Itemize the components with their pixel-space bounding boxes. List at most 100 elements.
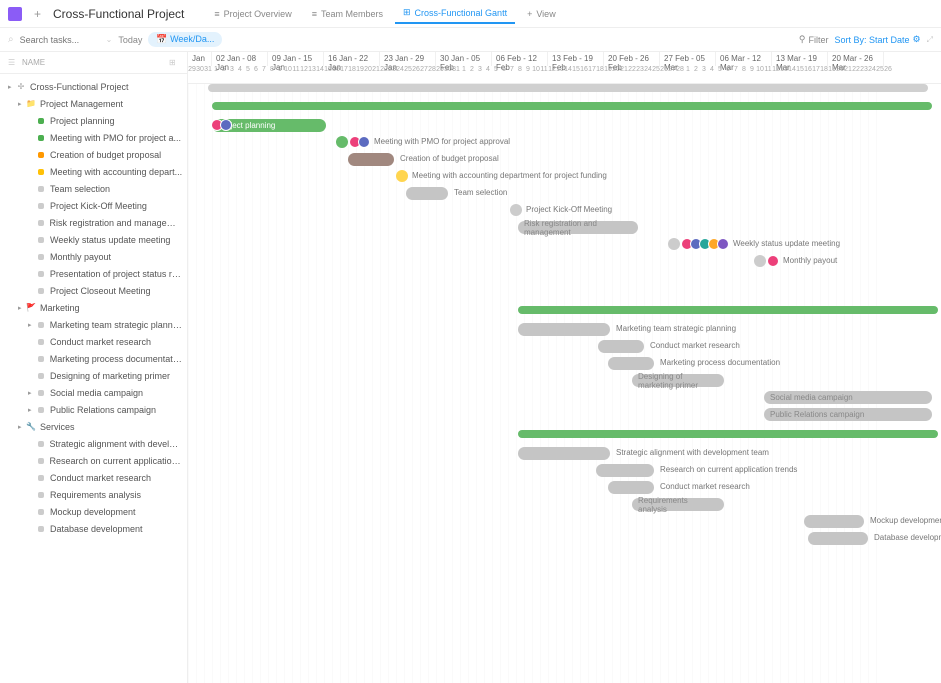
day-cell: 14 xyxy=(564,66,572,80)
gantt-bar[interactable] xyxy=(804,515,864,528)
bar-label: Conduct market research xyxy=(650,341,740,350)
gantt-bar[interactable] xyxy=(608,357,654,370)
filter-button[interactable]: ⚲ Filter xyxy=(799,34,829,45)
gantt-chart[interactable]: Jan02 Jan - 08 Jan09 Jan - 15 Jan16 Jan … xyxy=(188,52,941,683)
caret-icon[interactable]: ▸ xyxy=(18,100,26,108)
sort-button[interactable]: Sort By: Start Date ⚙ xyxy=(834,34,920,45)
tree-item[interactable]: Requirements analysis xyxy=(0,486,187,503)
tree-item[interactable]: Meeting with PMO for project a... xyxy=(0,129,187,146)
milestone[interactable] xyxy=(754,255,766,267)
bar-label: Team selection xyxy=(454,188,507,197)
day-cell: 16 xyxy=(332,66,340,80)
bar-label: Conduct market research xyxy=(660,482,750,491)
tree-item-label: Risk registration and management xyxy=(50,218,183,228)
bar-label: Creation of budget proposal xyxy=(400,154,499,163)
summary-bar[interactable] xyxy=(212,102,932,110)
tree-item[interactable]: Conduct market research xyxy=(0,469,187,486)
gantt-bar[interactable]: Public Relations campaign xyxy=(764,408,932,421)
tree-item[interactable]: Creation of budget proposal xyxy=(0,146,187,163)
tree-item[interactable]: Marketing process documentation xyxy=(0,350,187,367)
gantt-bar[interactable] xyxy=(348,153,394,166)
gantt-bar[interactable] xyxy=(808,532,868,545)
range-selector[interactable]: 📅 Week/Da... xyxy=(148,32,222,47)
tree-item[interactable]: ▸Marketing team strategic planning xyxy=(0,316,187,333)
tree-item[interactable]: ▸🔧Services xyxy=(0,418,187,435)
tree-item[interactable]: Mockup development xyxy=(0,503,187,520)
avatar-stack[interactable] xyxy=(770,255,779,267)
summary-bar[interactable] xyxy=(518,306,938,314)
tab-label: Project Overview xyxy=(224,9,292,19)
gantt-bar[interactable] xyxy=(608,481,654,494)
caret-icon[interactable]: ▸ xyxy=(28,406,36,414)
caret-icon[interactable]: ▸ xyxy=(28,389,36,397)
tab-view[interactable]: +View xyxy=(519,3,564,24)
gantt-bar[interactable] xyxy=(596,464,654,477)
tree-item[interactable]: ▸📁Project Management xyxy=(0,95,187,112)
tree-item[interactable]: ▸Social media campaign xyxy=(0,384,187,401)
tree-item[interactable]: Project planning xyxy=(0,112,187,129)
timeline-scrollbar[interactable] xyxy=(208,84,928,92)
tab-project-overview[interactable]: ≡Project Overview xyxy=(206,3,299,24)
search-input[interactable] xyxy=(20,35,100,45)
chevron-down-icon[interactable]: ⌄ xyxy=(106,35,113,44)
caret-icon[interactable]: ▸ xyxy=(18,423,26,431)
tree-item[interactable]: ▸🚩Marketing xyxy=(0,299,187,316)
tree-item[interactable]: Presentation of project status re... xyxy=(0,265,187,282)
day-cell: 11 xyxy=(540,66,548,80)
today-button[interactable]: Today xyxy=(118,35,142,45)
tree-item[interactable]: Research on current application ... xyxy=(0,452,187,469)
tree-item-label: Marketing process documentation xyxy=(50,354,183,364)
day-cell: 18 xyxy=(820,66,828,80)
gantt-bar[interactable] xyxy=(518,323,610,336)
caret-icon[interactable]: ▸ xyxy=(18,304,26,312)
day-cell: 12 xyxy=(548,66,556,80)
tab-team-members[interactable]: ≡Team Members xyxy=(304,3,391,24)
tree-item[interactable]: Meeting with accounting depart... xyxy=(0,163,187,180)
gantt-bar[interactable]: Requirements analysis xyxy=(632,498,724,511)
tree-item[interactable]: Project Closeout Meeting xyxy=(0,282,187,299)
tree-item[interactable]: Weekly status update meeting xyxy=(0,231,187,248)
gantt-bar[interactable] xyxy=(518,447,610,460)
expand-icon[interactable]: ⤢ xyxy=(927,35,933,45)
day-cell: 17 xyxy=(588,66,596,80)
tab-icon: ⊞ xyxy=(403,7,411,18)
tab-cross-functional-gantt[interactable]: ⊞Cross-Functional Gantt xyxy=(395,3,515,24)
day-cell: 22 xyxy=(852,66,860,80)
day-cell: 23 xyxy=(860,66,868,80)
milestone[interactable] xyxy=(668,238,680,250)
gantt-bar[interactable] xyxy=(406,187,448,200)
range-label: Week/Da... xyxy=(170,34,214,44)
tree-item[interactable]: Database development xyxy=(0,520,187,537)
collapse-icon[interactable]: ☰ xyxy=(8,58,18,67)
caret-icon[interactable]: ▸ xyxy=(28,321,36,329)
tree-item[interactable]: ▸Public Relations campaign xyxy=(0,401,187,418)
milestone[interactable] xyxy=(396,170,408,182)
tree-item[interactable]: Designing of marketing primer xyxy=(0,367,187,384)
gantt-bar[interactable]: Risk registration and management xyxy=(518,221,638,234)
tree-item[interactable]: Project Kick-Off Meeting xyxy=(0,197,187,214)
tree-item[interactable]: Strategic alignment with develop... xyxy=(0,435,187,452)
tree-item[interactable]: ▸✢Cross-Functional Project xyxy=(0,78,187,95)
avatar-stack[interactable] xyxy=(352,136,370,148)
summary-bar[interactable] xyxy=(518,430,938,438)
status-dot-icon xyxy=(36,507,46,517)
gantt-bar[interactable]: Social media campaign xyxy=(764,391,932,404)
avatar-stack[interactable] xyxy=(684,238,729,250)
milestone[interactable] xyxy=(510,204,522,216)
day-cell: 22 xyxy=(380,66,388,80)
add-column-icon[interactable]: ⊞ xyxy=(169,58,179,67)
day-cell: 23 xyxy=(636,66,644,80)
gantt-bar[interactable]: Designing of marketing primer xyxy=(632,374,724,387)
milestone[interactable] xyxy=(336,136,348,148)
gantt-bar[interactable] xyxy=(598,340,644,353)
tree-item[interactable]: Conduct market research xyxy=(0,333,187,350)
caret-icon[interactable]: ▸ xyxy=(8,83,16,91)
plus-icon[interactable]: + xyxy=(34,7,41,21)
bar-label: Mockup development xyxy=(870,516,941,525)
tree-item[interactable]: Risk registration and management xyxy=(0,214,187,231)
day-cell: 8 xyxy=(516,66,524,80)
day-cell: 11 xyxy=(292,66,300,80)
tree-item[interactable]: Monthly payout xyxy=(0,248,187,265)
tree-item[interactable]: Team selection xyxy=(0,180,187,197)
avatar-stack[interactable] xyxy=(214,119,232,131)
